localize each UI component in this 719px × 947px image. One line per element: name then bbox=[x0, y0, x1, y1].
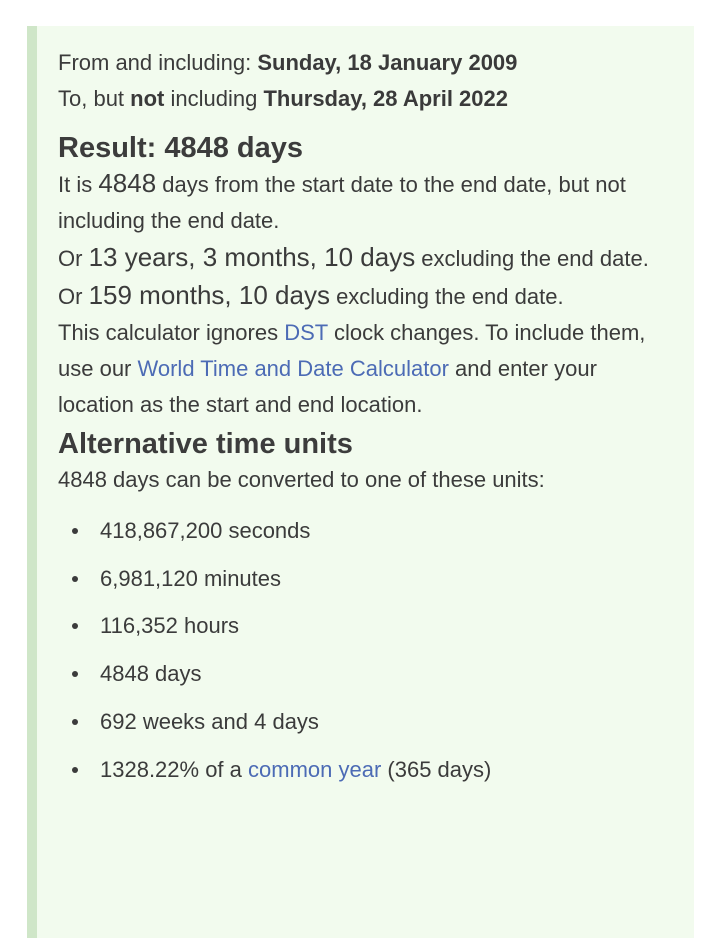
bullet-icon bbox=[72, 528, 78, 534]
dst-note-part1: This calculator ignores bbox=[58, 320, 285, 345]
dst-link[interactable]: DST bbox=[284, 320, 328, 345]
result-heading: Result: 4848 days bbox=[58, 132, 304, 164]
unit-year-prefix: 1328.22% of a bbox=[100, 756, 249, 782]
unit-hours: 116,352 hours bbox=[100, 613, 240, 639]
result-months-sentence: Or 159 months, 10 days excluding the end… bbox=[58, 277, 678, 315]
list-item: 1328.22% of a common year (365 days) bbox=[58, 746, 678, 794]
result-days-sentence: It is 4848 days from the start date to t… bbox=[58, 165, 678, 239]
unit-minutes: 6,981,120 minutes bbox=[100, 565, 282, 591]
list-item: 6,981,120 minutes bbox=[58, 555, 678, 603]
result-content: From and including: Sunday, 18 January 2… bbox=[58, 26, 678, 793]
alternative-units-list: 418,867,200 seconds 6,981,120 minutes 11… bbox=[58, 507, 678, 793]
or1-prefix: Or bbox=[58, 246, 89, 271]
bullet-icon bbox=[72, 766, 78, 773]
alternative-units-intro: 4848 days can be converted to one of the… bbox=[58, 467, 545, 492]
to-date: Thursday, 28 April 2022 bbox=[263, 86, 508, 111]
unit-weeks: 692 weeks and 4 days bbox=[100, 708, 319, 734]
or1-suffix: excluding the end date. bbox=[415, 246, 649, 271]
to-label-1: To, but bbox=[58, 86, 131, 111]
from-date: Sunday, 18 January 2009 bbox=[257, 50, 518, 75]
or2-value: 159 months, 10 days bbox=[88, 280, 330, 310]
world-time-calculator-link[interactable]: World Time and Date Calculator bbox=[138, 356, 449, 381]
list-item: 4848 days bbox=[58, 650, 678, 698]
unit-seconds: 418,867,200 seconds bbox=[100, 518, 311, 543]
to-not-emphasis: not bbox=[130, 86, 165, 111]
dst-note: This calculator ignores DST clock change… bbox=[58, 315, 678, 423]
or2-prefix: Or bbox=[58, 284, 89, 309]
from-date-line: From and including: Sunday, 18 January 2… bbox=[58, 45, 678, 81]
list-item: 692 weeks and 4 days bbox=[58, 698, 678, 746]
alternative-units-heading: Alternative time units bbox=[58, 428, 353, 460]
bullet-icon bbox=[72, 575, 78, 582]
common-year-link[interactable]: common year bbox=[248, 757, 381, 782]
or2-suffix: excluding the end date. bbox=[329, 284, 564, 309]
bullet-icon bbox=[72, 623, 78, 630]
or1-value: 13 years, 3 months, 10 days bbox=[88, 242, 416, 272]
result-panel: From and including: Sunday, 18 January 2… bbox=[27, 26, 694, 938]
bullet-icon bbox=[72, 671, 78, 678]
result-years-sentence: Or 13 years, 3 months, 10 days excluding… bbox=[58, 239, 678, 277]
from-label: From and including: bbox=[58, 50, 258, 75]
unit-year-suffix: (365 days) bbox=[381, 756, 492, 782]
list-item: 418,867,200 seconds bbox=[58, 507, 678, 555]
to-date-line: To, but not including Thursday, 28 April… bbox=[58, 81, 678, 117]
bullet-icon bbox=[72, 718, 78, 725]
list-item: 116,352 hours bbox=[58, 602, 678, 650]
to-label-2: including bbox=[164, 86, 264, 111]
unit-days: 4848 days bbox=[100, 661, 202, 687]
itis-value: 4848 bbox=[98, 168, 157, 198]
itis-prefix: It is bbox=[58, 172, 99, 197]
